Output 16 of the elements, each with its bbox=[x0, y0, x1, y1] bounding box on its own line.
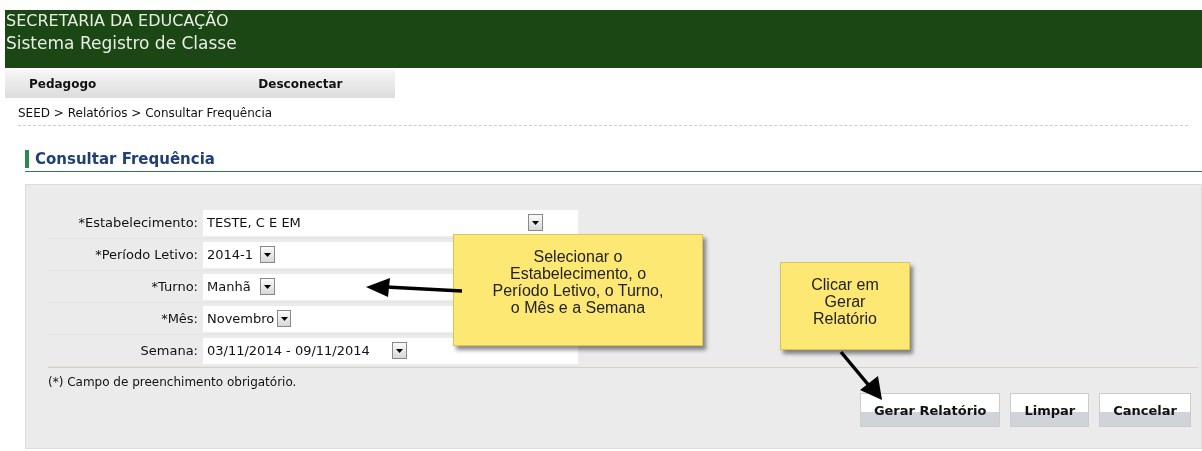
callout-note: Selecionar o Estabelecimento, o Período Letivo, o Turno, o Mês e a Semana bbox=[453, 234, 703, 346]
nav-link[interactable]: Pedagogo bbox=[29, 77, 97, 91]
field-label: *Turno: bbox=[150, 279, 199, 294]
nav-link[interactable]: Desconectar bbox=[258, 77, 343, 91]
field-label: Semana: bbox=[139, 343, 199, 358]
form-button[interactable]: Gerar Relatório bbox=[859, 393, 1001, 427]
field-label: *Período Letivo: bbox=[94, 247, 199, 262]
breadcrumb: SEED > Relatórios > Consultar Frequência bbox=[18, 106, 1188, 126]
page-title: Consultar Frequência bbox=[25, 150, 1202, 168]
field-label: *Mês: bbox=[160, 311, 199, 326]
form-button[interactable]: Cancelar bbox=[1099, 393, 1191, 427]
organization-name: SECRETARIA DA EDUCAÇÃO bbox=[6, 10, 230, 31]
callout-note: Clicar em Gerar Relatório bbox=[780, 262, 910, 350]
system-name: Sistema Registro de Classe bbox=[6, 32, 238, 55]
form-button[interactable]: Limpar bbox=[1010, 393, 1090, 427]
field-label: *Estabelecimento: bbox=[77, 215, 199, 230]
